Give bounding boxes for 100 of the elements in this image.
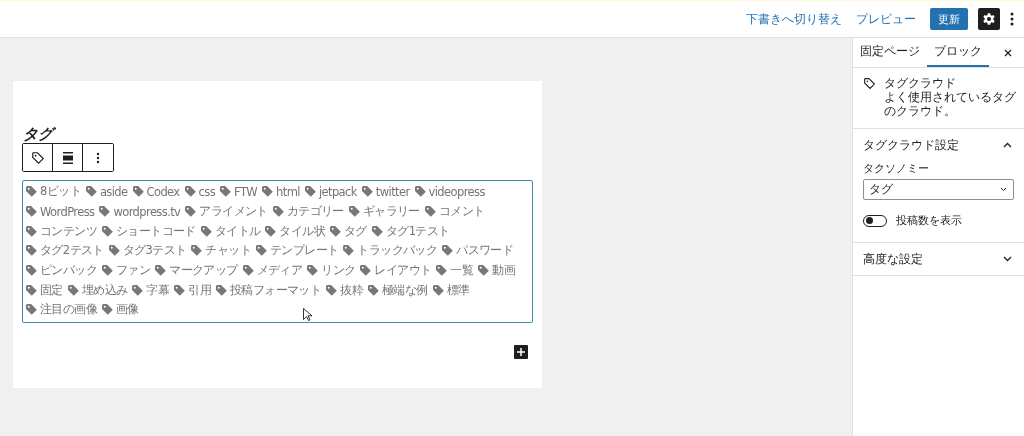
tag-icon: [360, 265, 372, 277]
tag-icon: [256, 245, 268, 257]
tag-link[interactable]: タグ1テスト: [385, 223, 450, 239]
sidebar-tab[interactable]: 固定ページ: [853, 38, 927, 67]
settings-button[interactable]: [978, 8, 1000, 30]
tag-icon: [361, 186, 373, 198]
preview-link[interactable]: プレビュー: [856, 10, 916, 28]
tag-link[interactable]: 引用: [188, 282, 212, 298]
tag-link[interactable]: 固定: [40, 282, 63, 298]
tag-icon: [174, 284, 186, 296]
tag-link[interactable]: FTW: [234, 184, 258, 199]
cursor-icon: [303, 308, 312, 321]
tag-link[interactable]: レイアウト: [374, 263, 432, 279]
toggle-label: 投稿数を表示: [896, 213, 962, 228]
tag-link[interactable]: 極端な例: [382, 282, 428, 298]
tag-icon: [132, 284, 144, 296]
toggle-switch[interactable]: [863, 214, 887, 227]
tag-icon: [262, 186, 274, 198]
tag-icon: [102, 265, 113, 277]
tag-icon: [432, 284, 444, 296]
tag-link[interactable]: コンテンツ: [40, 223, 97, 239]
taxonomy-label: タクソノミー: [863, 161, 930, 176]
tag-icon: [442, 245, 454, 257]
tag-icon: [26, 225, 37, 237]
tag-link[interactable]: WordPress: [40, 204, 95, 219]
tag-icon: [436, 265, 448, 277]
tag-link[interactable]: jetpack: [318, 184, 357, 199]
tag-link[interactable]: wordpress.tv: [113, 204, 181, 219]
tag-link[interactable]: videopress: [428, 184, 485, 199]
tag-icon: [368, 284, 380, 296]
tag-link[interactable]: リンク: [321, 263, 356, 279]
tag-link[interactable]: ギャラリー: [362, 204, 420, 220]
sidebar-tab[interactable]: ブロック: [927, 38, 989, 67]
tag-icon: [242, 265, 254, 277]
tag-link[interactable]: タグ3テスト: [122, 243, 187, 259]
tag-icon: [155, 265, 167, 277]
tag-link[interactable]: メディア: [256, 263, 303, 279]
tag-link[interactable]: タグ2テスト: [40, 243, 104, 259]
tag-icon: [863, 77, 876, 90]
tag-link[interactable]: チャット: [205, 243, 252, 259]
block-description: よく使用されているタグのクラウド。: [884, 90, 1017, 118]
tag-link[interactable]: 一覧: [450, 263, 474, 279]
tag-link[interactable]: html: [276, 184, 300, 199]
tag-link[interactable]: タイル状: [279, 223, 326, 239]
tag-icon: [478, 265, 490, 277]
add-block-button[interactable]: [514, 344, 528, 359]
tag-link[interactable]: 埋め込み: [81, 282, 128, 298]
tag-icon: [371, 225, 383, 237]
tag-link[interactable]: テンプレート: [270, 243, 339, 259]
tag-link[interactable]: コメント: [438, 204, 485, 220]
tag-icon: [200, 225, 212, 237]
tag-icon: [26, 284, 37, 296]
tag-icon: [67, 284, 79, 296]
tag-link[interactable]: ファン: [116, 263, 151, 279]
tag-icon: [216, 284, 228, 296]
tag-icon: [102, 304, 113, 316]
tag-link[interactable]: 抜粋: [340, 282, 364, 298]
more-options-icon[interactable]: [1010, 12, 1014, 26]
chevron-icon: [1003, 142, 1012, 148]
tag-icon: [326, 284, 338, 296]
tag-link[interactable]: トラックバック: [357, 243, 438, 259]
tag-link[interactable]: パスワード: [456, 243, 514, 259]
tag-link[interactable]: アライメント: [199, 204, 268, 220]
chevron-icon: [1003, 256, 1012, 262]
update-button[interactable]: 更新: [930, 8, 968, 30]
taxonomy-select[interactable]: タグ: [863, 179, 1014, 200]
tag-link[interactable]: 標準: [446, 282, 470, 298]
tag-link[interactable]: 8ビット: [40, 184, 81, 200]
switch-to-draft-link[interactable]: 下書きへ切り替え: [746, 10, 842, 28]
tag-link[interactable]: ピンバック: [40, 263, 97, 279]
tag-icon: [185, 206, 197, 218]
tag-link[interactable]: タイトル: [214, 223, 261, 239]
tag-icon: [307, 265, 319, 277]
tag-icon: [330, 225, 342, 237]
tag-link[interactable]: タグ: [344, 223, 367, 239]
tag-link[interactable]: 画像: [116, 302, 139, 318]
tag-icon: [85, 186, 97, 198]
block-heading: タグ: [23, 125, 533, 143]
gear-icon: [982, 12, 996, 26]
tag-link[interactable]: 注目の画像: [40, 302, 97, 318]
tag-icon: [108, 245, 120, 257]
tag-link[interactable]: 動画: [492, 263, 516, 279]
tag-link[interactable]: カテゴリー: [286, 204, 344, 220]
tag-icon: [343, 245, 355, 257]
tag-icon: [102, 225, 113, 237]
tag-link[interactable]: ショートコード: [116, 223, 196, 239]
tag-link[interactable]: マークアップ: [169, 263, 238, 279]
tag-icon: [26, 186, 37, 198]
close-icon[interactable]: [1004, 48, 1012, 57]
tag-link[interactable]: twitter: [375, 184, 410, 199]
tag-link[interactable]: aside: [99, 184, 128, 199]
block-title: タグクラウド: [884, 76, 957, 90]
tag-icon[interactable]: [23, 144, 53, 171]
tag-link[interactable]: Codex: [146, 184, 180, 199]
tag-icon: [26, 304, 37, 316]
tag-icon: [26, 245, 37, 257]
tag-link[interactable]: 投稿フォーマット: [230, 282, 322, 298]
tag-link[interactable]: css: [198, 184, 216, 199]
chevron-down-icon: [1000, 187, 1007, 192]
tag-link[interactable]: 字幕: [146, 282, 170, 298]
